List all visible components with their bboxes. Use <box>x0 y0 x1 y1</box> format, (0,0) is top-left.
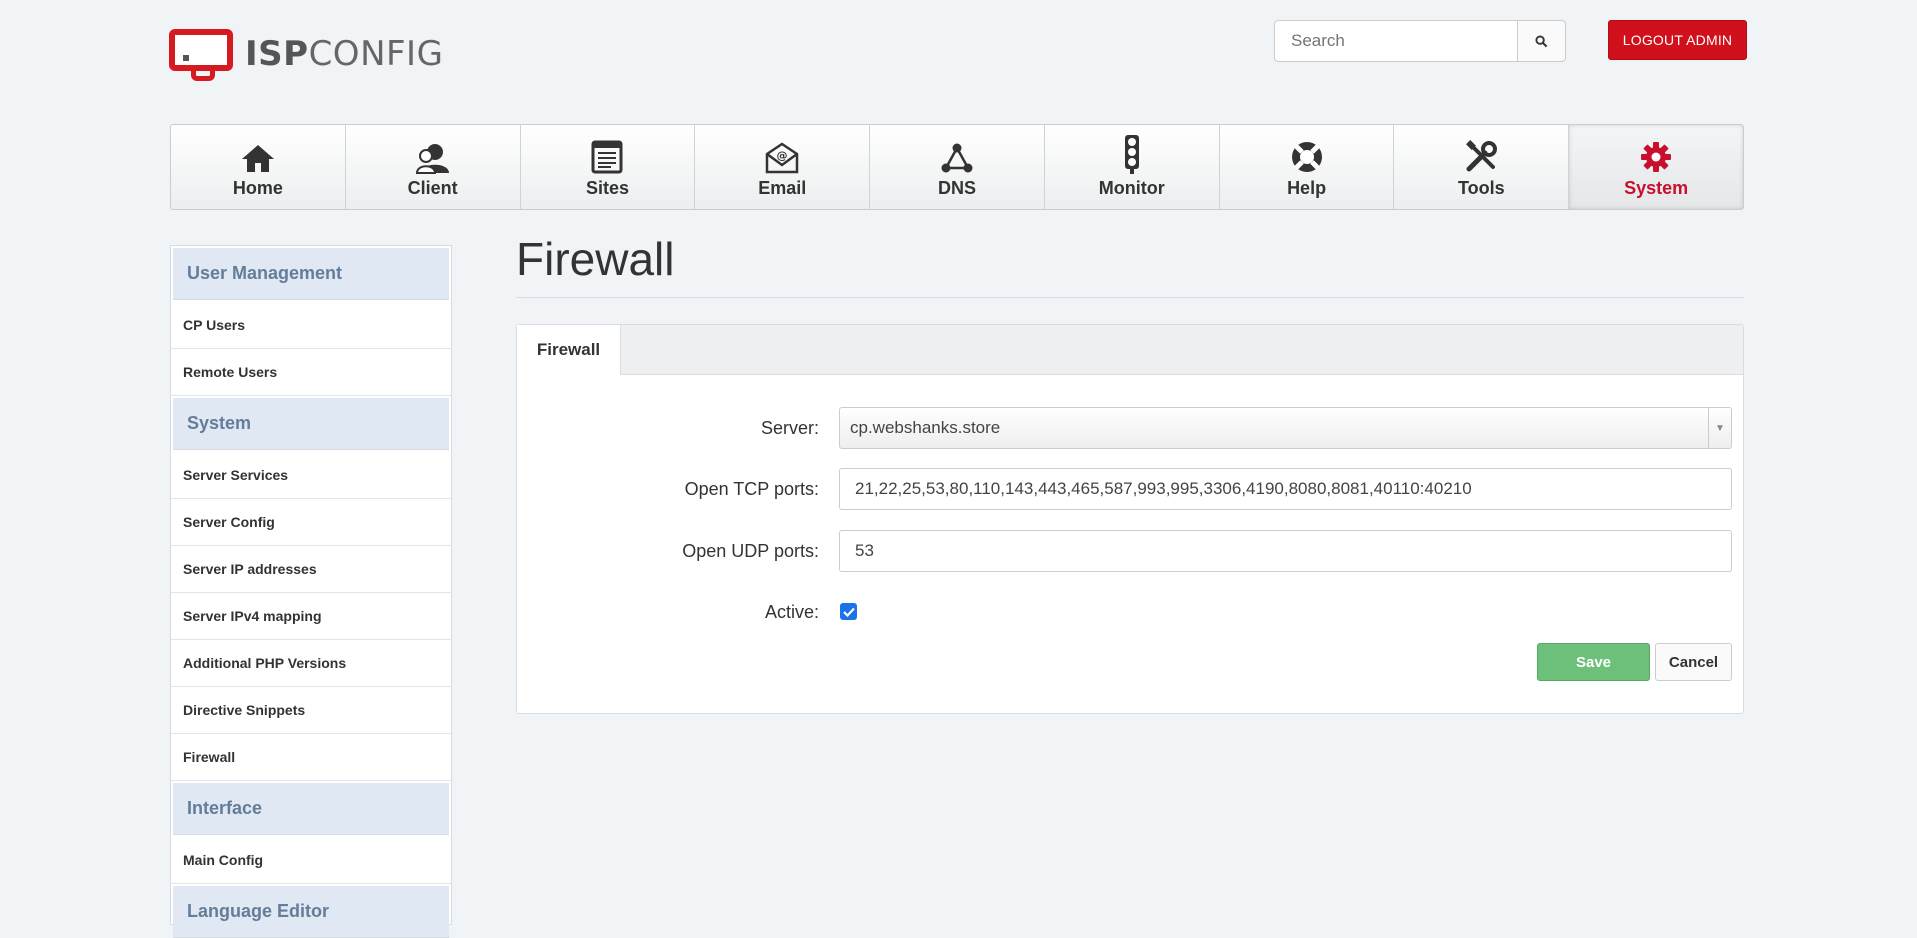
sidebar-item-server-services[interactable]: Server Services <box>171 452 451 499</box>
logout-button[interactable]: LOGOUT ADMIN <box>1608 20 1747 60</box>
active-row: Active: <box>517 591 1745 633</box>
tools-icon <box>1466 139 1498 171</box>
sidebar-heading-interface: Interface <box>173 783 449 835</box>
nav-client[interactable]: Client <box>346 125 521 209</box>
firewall-form-panel: Firewall Server: cp.webshanks.store ▼ Op… <box>516 324 1744 714</box>
sidebar-item-server-ipv4-mapping[interactable]: Server IPv4 mapping <box>171 593 451 640</box>
dns-icon <box>941 143 973 172</box>
sidebar-heading-language-editor: Language Editor <box>173 886 449 938</box>
search-box <box>1274 20 1566 62</box>
server-select[interactable]: cp.webshanks.store ▼ <box>839 407 1732 449</box>
udp-ports-label: Open UDP ports: <box>682 540 819 561</box>
active-checkbox[interactable] <box>840 603 857 620</box>
sidebar-item-server-ip-addresses[interactable]: Server IP addresses <box>171 546 451 593</box>
server-label: Server: <box>760 417 819 438</box>
server-row: Server: cp.webshanks.store ▼ <box>517 407 1745 449</box>
search-input[interactable] <box>1274 20 1518 62</box>
nav-label: Help <box>1287 177 1327 198</box>
udp-ports-input[interactable]: 53 <box>839 530 1732 572</box>
sidebar-item-additional-php-versions[interactable]: Additional PHP Versions <box>171 640 451 687</box>
nav-label: Monitor <box>1098 177 1165 198</box>
sidebar-item-directive-snippets[interactable]: Directive Snippets <box>171 687 451 734</box>
checkmark-icon <box>842 607 855 617</box>
nav-label: Client <box>407 177 458 198</box>
tcp-row: Open TCP ports: 21,22,25,53,80,110,143,4… <box>517 468 1745 510</box>
cancel-button[interactable]: Cancel <box>1655 643 1732 681</box>
title-divider <box>516 297 1744 298</box>
active-label: Active: <box>764 601 819 622</box>
sidebar-heading-user-management: User Management <box>173 248 449 300</box>
nav-home[interactable]: Home <box>171 125 346 209</box>
page-title: Firewall <box>516 233 675 285</box>
nav-label: System <box>1624 177 1689 198</box>
nav-dns[interactable]: DNS <box>870 125 1045 209</box>
sidebar-item-cp-users[interactable]: CP Users <box>171 302 451 349</box>
nav-sites[interactable]: Sites <box>521 125 696 209</box>
nav-help[interactable]: Help <box>1220 125 1395 209</box>
nav-label: Tools <box>1458 177 1505 198</box>
gear-icon <box>1641 141 1672 172</box>
nav-email[interactable]: @ Email <box>695 125 871 209</box>
home-icon <box>241 144 274 172</box>
tab-bar: Firewall <box>517 325 1743 375</box>
traffic-light-icon <box>1124 134 1139 174</box>
sidebar-heading-system: System <box>173 398 449 450</box>
svg-text:@: @ <box>777 149 788 162</box>
sidebar-item-firewall[interactable]: Firewall <box>171 734 451 781</box>
nav-system[interactable]: System <box>1569 125 1744 209</box>
server-select-value: cp.webshanks.store <box>850 418 1001 437</box>
logo-icon <box>169 27 239 81</box>
udp-row: Open UDP ports: 53 <box>517 530 1745 572</box>
nav-tools[interactable]: Tools <box>1394 125 1570 209</box>
sidebar: User Management CP Users Remote Users Sy… <box>170 245 452 938</box>
logo-text: ISPCONFIG <box>245 34 444 74</box>
main-nav: Home Client Sites @ Email DNS Monitor He… <box>170 124 1744 210</box>
ispconfig-logo[interactable]: ISPCONFIG <box>169 26 443 82</box>
email-icon: @ <box>765 141 799 173</box>
nav-label: Sites <box>585 177 629 198</box>
nav-label: Email <box>758 177 807 198</box>
nav-label: Home <box>232 177 283 198</box>
lifebuoy-icon <box>1291 141 1322 172</box>
tab-firewall[interactable]: Firewall <box>517 325 621 375</box>
sidebar-item-remote-users[interactable]: Remote Users <box>171 349 451 396</box>
save-button[interactable]: Save <box>1537 643 1650 681</box>
search-icon <box>1535 34 1548 47</box>
nav-monitor[interactable]: Monitor <box>1045 125 1220 209</box>
sites-icon <box>591 140 623 173</box>
tcp-ports-input[interactable]: 21,22,25,53,80,110,143,443,465,587,993,9… <box>839 468 1732 510</box>
sidebar-item-server-config[interactable]: Server Config <box>171 499 451 546</box>
sidebar-item-main-config[interactable]: Main Config <box>171 837 451 884</box>
tcp-ports-label: Open TCP ports: <box>684 478 819 499</box>
client-icon <box>415 143 449 174</box>
chevron-down-icon: ▼ <box>1708 408 1731 448</box>
search-button[interactable] <box>1518 20 1566 62</box>
nav-label: DNS <box>938 177 977 198</box>
